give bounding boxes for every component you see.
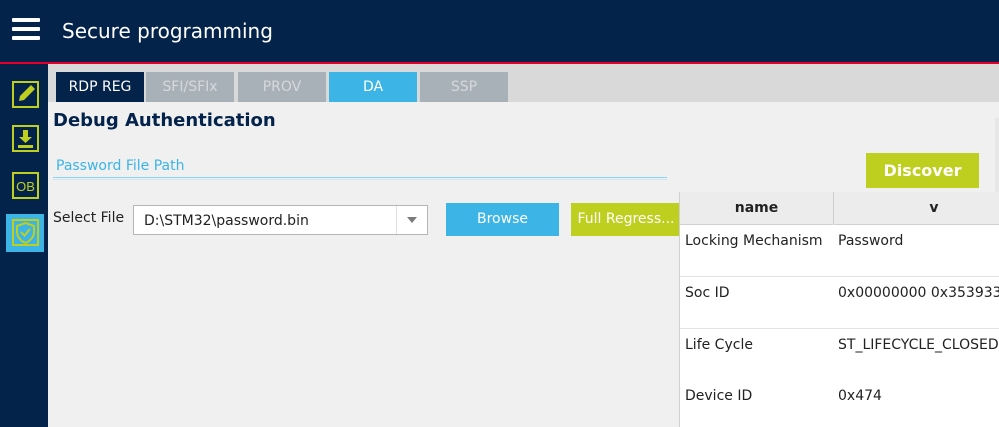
table-header: name v [680,192,999,225]
file-path-combobox[interactable]: D:\STM32\password.bin [133,205,428,235]
row-name: Locking Mechanism [685,233,823,249]
panel-heading: Debug Authentication [53,110,276,131]
table-row: Device ID 0x474 [680,380,999,427]
title-bar: Secure programming [0,0,999,62]
select-file-label: Select File [53,210,125,226]
table-row: Soc ID 0x00000000 0x3539333 [680,277,999,329]
row-name: Device ID [685,388,753,404]
tab-da[interactable]: DA [329,72,417,102]
full-regression-button[interactable]: Full Regress... [571,203,681,236]
chevron-down-icon[interactable] [396,206,427,234]
ob-icon: OB [12,172,39,199]
main-content: RDP REG SFI/SFIx PROV DA SSP Debug Authe… [48,64,999,427]
menu-icon[interactable] [12,18,40,42]
tab-strip: RDP REG SFI/SFIx PROV DA SSP [48,64,999,102]
sidebar-item-edit[interactable] [6,77,44,111]
tab-ssp[interactable]: SSP [420,72,508,102]
page-title: Secure programming [62,19,273,43]
debug-authentication-panel: Debug Authentication Password File Path … [48,102,999,427]
sidebar: OB [0,64,48,427]
table-row: Locking Mechanism Password [680,225,999,277]
table-row: Life Cycle ST_LIFECYCLE_CLOSED [680,329,999,381]
sidebar-item-download[interactable] [6,121,44,155]
shield-icon [12,219,39,246]
column-header-value: v [929,200,939,216]
discover-button[interactable]: Discover [866,153,979,188]
edit-icon [12,81,39,108]
tab-sfi-sfix[interactable]: SFI/SFIx [146,72,234,102]
row-value: 0x474 [838,388,882,404]
sidebar-item-security[interactable] [6,214,44,252]
row-value: ST_LIFECYCLE_CLOSED [838,337,999,353]
row-name: Life Cycle [685,337,753,353]
row-value: 0x00000000 0x3539333 [838,285,999,301]
sidebar-item-option-bytes[interactable]: OB [6,168,44,202]
download-icon [12,125,39,152]
password-file-path-label: Password File Path [56,158,185,174]
device-info-table: name v Locking Mechanism Password Soc ID… [679,192,999,427]
section-divider-shadow [53,179,667,180]
row-value: Password [838,233,904,249]
tab-prov[interactable]: PROV [238,72,326,102]
column-header-name: name [680,192,834,224]
section-divider [53,177,667,178]
app-window: Secure programming OB RDP REG SFI/SFIx P… [0,0,999,427]
browse-button[interactable]: Browse [446,203,559,236]
row-name: Soc ID [685,285,730,301]
svg-text:OB: OB [16,179,35,194]
tab-rdp-reg[interactable]: RDP REG [56,72,144,102]
file-path-value: D:\STM32\password.bin [144,213,309,229]
